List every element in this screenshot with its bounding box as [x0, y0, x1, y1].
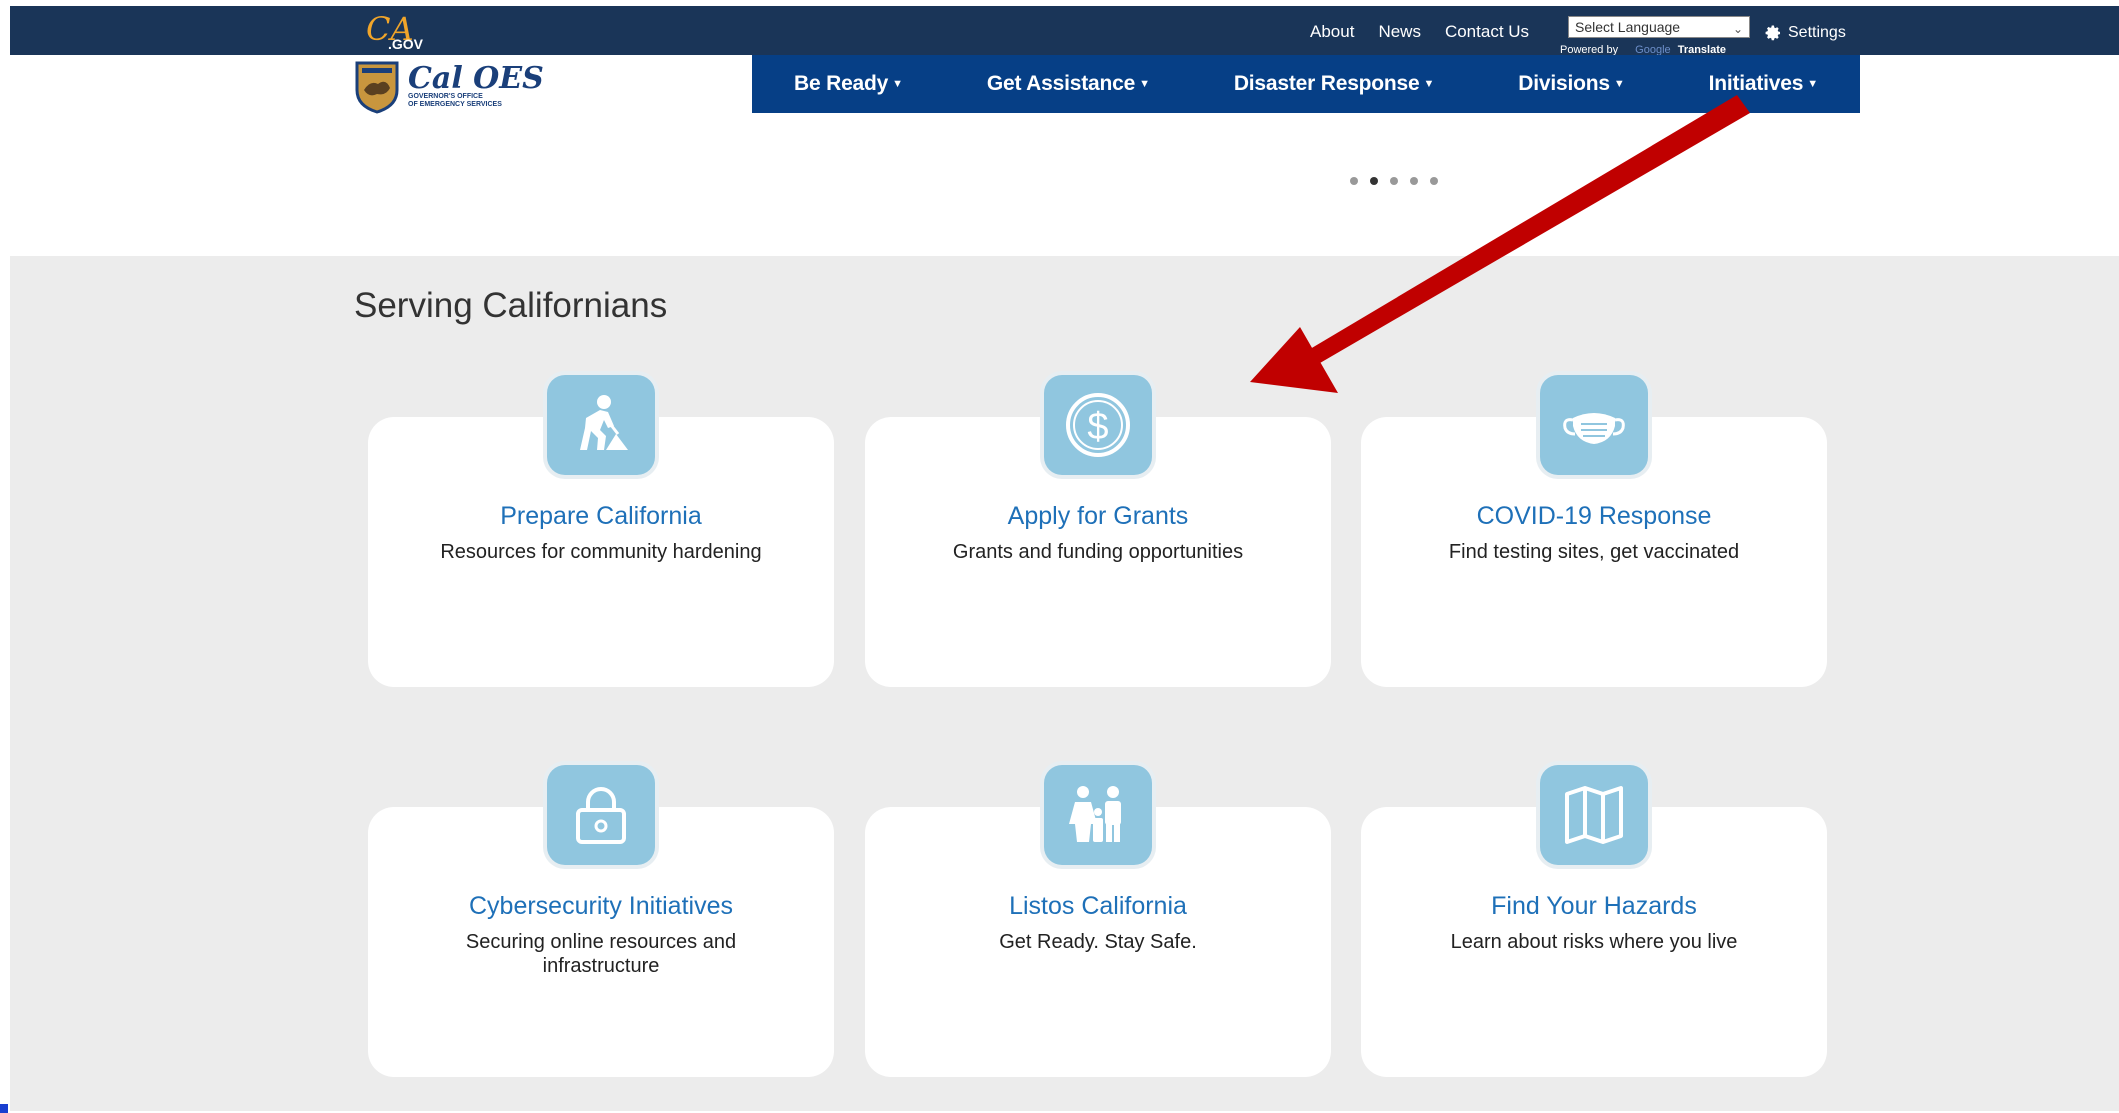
card-cybersecurity-initiatives[interactable]: Cybersecurity Initiatives Securing onlin…: [368, 765, 834, 1077]
card-description: Grants and funding opportunities: [952, 541, 1244, 563]
nav-label: Initiatives: [1708, 72, 1804, 95]
main-nav: Be Ready ▼ Get Assistance ▼ Disaster Respo…: [752, 55, 1860, 113]
cal-oes-shield-icon: [355, 61, 399, 114]
family-icon: [1044, 765, 1152, 865]
carousel-dot[interactable]: [1350, 177, 1358, 185]
worker-shovel-icon: [547, 375, 655, 475]
news-link[interactable]: News: [1378, 20, 1421, 44]
card-title[interactable]: Listos California: [865, 892, 1331, 921]
folded-map-icon: [1540, 765, 1648, 865]
nav-divisions[interactable]: Divisions ▼: [1518, 72, 1624, 96]
utility-bar: CA .GOV About News Contact Us Select Lan…: [10, 6, 2119, 56]
brand-name: Cal OES: [408, 61, 544, 96]
card-find-your-hazards[interactable]: Find Your Hazards Learn about risks wher…: [1361, 765, 1827, 1077]
card-title[interactable]: COVID-19 Response: [1361, 502, 1827, 531]
language-select[interactable]: Select Language ⌄: [1568, 16, 1750, 38]
card-description: Securing online resources and infrastruc…: [465, 931, 737, 977]
brand-subtitle-2: OF EMERGENCY SERVICES: [408, 101, 502, 108]
corner-marker: [0, 1104, 8, 1113]
card-title[interactable]: Find Your Hazards: [1361, 892, 1827, 921]
carousel-dot[interactable]: [1370, 177, 1378, 185]
settings-label: Settings: [1788, 24, 1846, 41]
cal-oes-logo[interactable]: Cal OES GOVERNOR'S OFFICE OF EMERGENCY S…: [354, 58, 604, 116]
nav-initiatives[interactable]: Initiatives ▼: [1708, 72, 1819, 96]
gear-icon: [1765, 25, 1781, 41]
carousel-dot[interactable]: [1410, 177, 1418, 185]
card-description: Learn about risks where you live: [1450, 931, 1738, 953]
dollar-coin-icon: $: [1044, 375, 1152, 475]
caret-down-icon: ▼: [1139, 78, 1150, 91]
gov-logo-text: .GOV: [388, 36, 424, 52]
caret-down-icon: ▼: [1807, 78, 1818, 91]
carousel-dot[interactable]: [1390, 177, 1398, 185]
card-title[interactable]: Cybersecurity Initiatives: [368, 892, 834, 921]
card-title[interactable]: Apply for Grants: [865, 502, 1331, 531]
carousel-dot[interactable]: [1430, 177, 1438, 185]
chevron-down-icon: ⌄: [1732, 22, 1743, 36]
card-prepare-california[interactable]: Prepare California Resources for communi…: [368, 375, 834, 687]
card-description: Find testing sites, get vaccinated: [1448, 541, 1740, 563]
nav-label: Be Ready: [794, 72, 889, 95]
caret-down-icon: ▼: [1423, 78, 1435, 91]
card-description: Get Ready. Stay Safe.: [999, 931, 1197, 953]
nav-label: Disaster Response: [1233, 72, 1420, 95]
nav-be-ready[interactable]: Be Ready ▼: [794, 72, 903, 96]
card-covid-19-response[interactable]: COVID-19 Response Find testing sites, ge…: [1361, 375, 1827, 687]
nav-label: Divisions: [1518, 72, 1610, 95]
contact-us-link[interactable]: Contact Us: [1445, 20, 1529, 44]
caret-down-icon: ▼: [1613, 78, 1625, 91]
about-link[interactable]: About: [1310, 20, 1354, 44]
settings-button[interactable]: Settings: [1764, 24, 1846, 42]
utility-links: About News Contact Us: [1310, 20, 1529, 44]
section-title: Serving Californians: [354, 286, 668, 325]
nav-disaster-response[interactable]: Disaster Response ▼: [1233, 72, 1435, 96]
card-title[interactable]: Prepare California: [368, 502, 834, 531]
carousel-dots: [1350, 177, 1438, 185]
padlock-icon: [547, 765, 655, 865]
card-apply-for-grants[interactable]: $ Apply for Grants Grants and funding op…: [865, 375, 1331, 687]
serving-section: Serving Californians Prepare California …: [10, 256, 2119, 1111]
face-mask-icon: [1540, 375, 1648, 475]
card-description: Resources for community hardening: [440, 541, 762, 563]
card-listos-california[interactable]: Listos California Get Ready. Stay Safe.: [865, 765, 1331, 1077]
language-select-value: Select Language: [1575, 19, 1681, 35]
ca-gov-logo[interactable]: CA .GOV: [366, 10, 426, 54]
svg-text:$: $: [1087, 406, 1108, 448]
nav-get-assistance[interactable]: Get Assistance ▼: [987, 72, 1150, 96]
nav-label: Get Assistance: [986, 72, 1136, 95]
caret-down-icon: ▼: [892, 78, 903, 91]
